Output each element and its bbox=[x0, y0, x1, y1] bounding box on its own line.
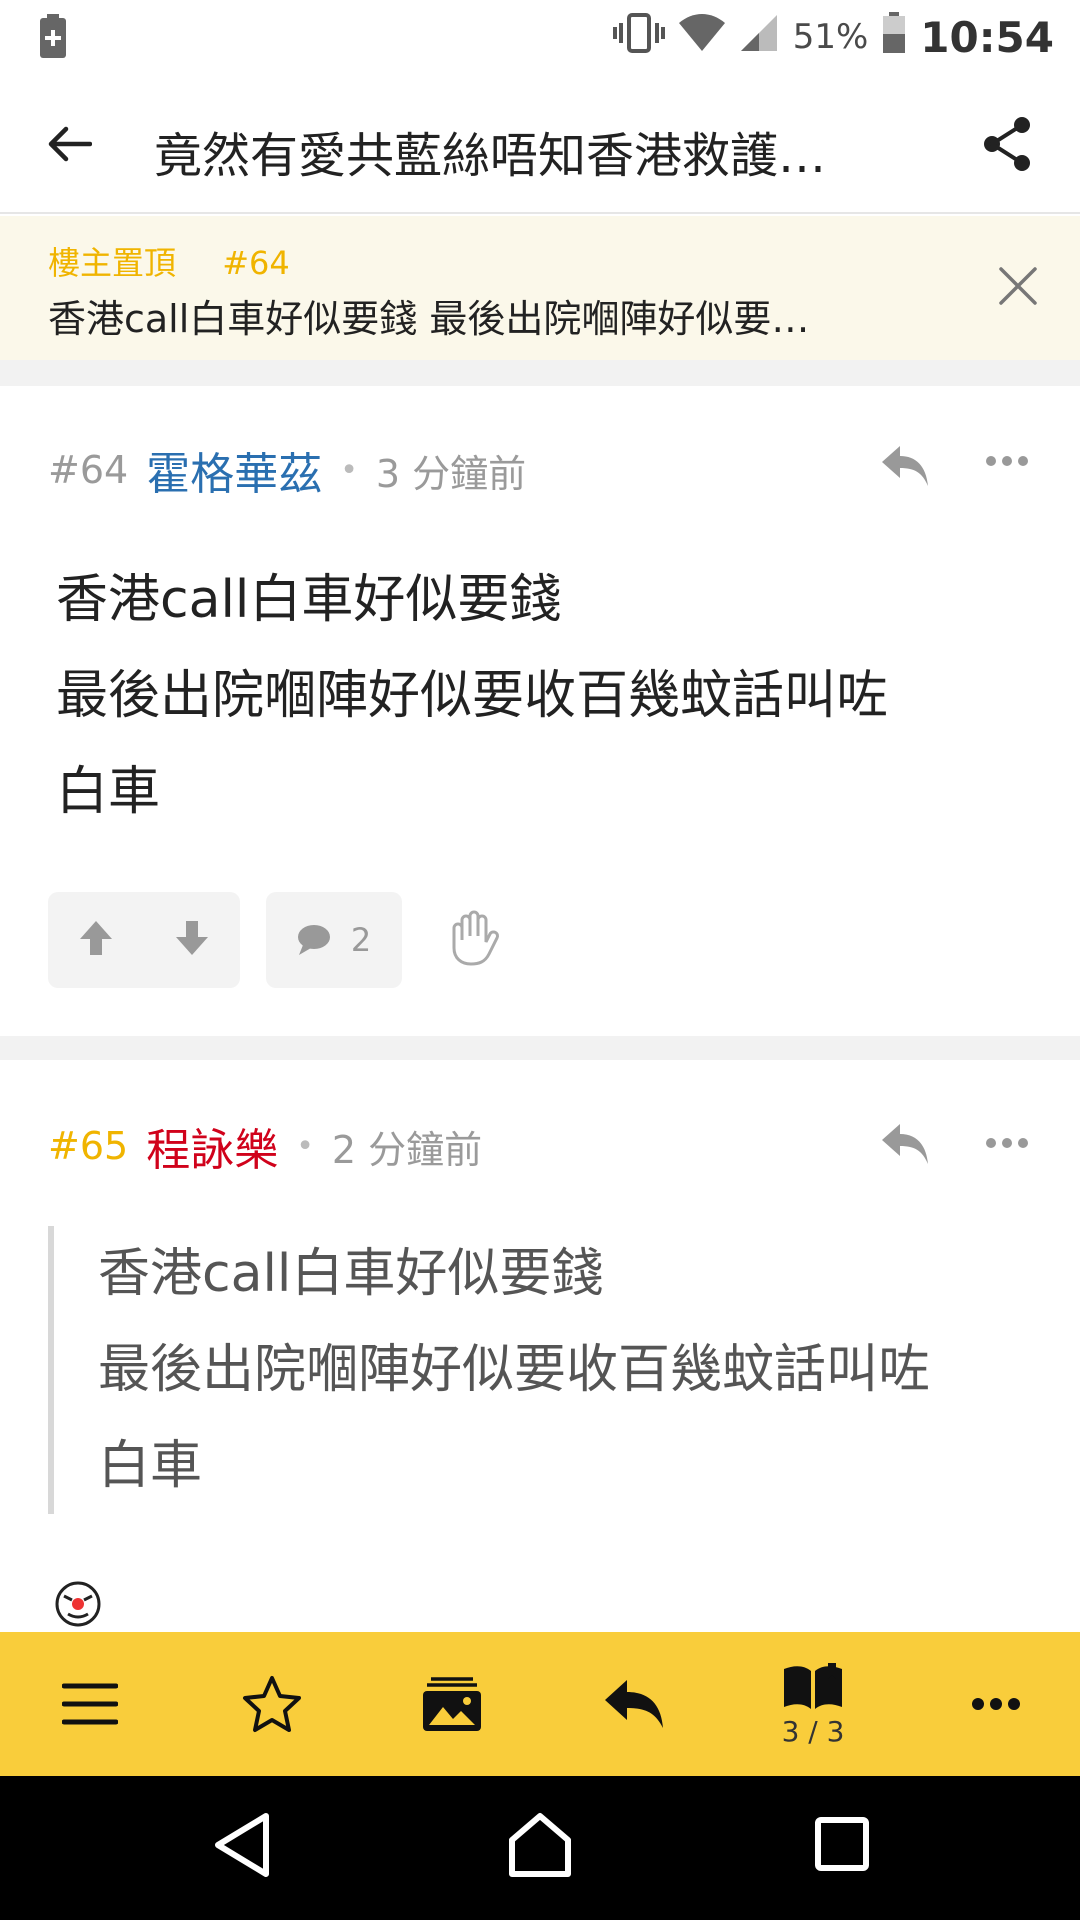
post-more-button[interactable] bbox=[986, 1134, 1028, 1153]
quote-line: 白車 bbox=[98, 1436, 203, 1496]
reply-icon bbox=[605, 1680, 663, 1728]
quote-line: 最後出院嗰陣好似要收百幾蚊話叫咗 bbox=[98, 1340, 931, 1400]
post-actions: 2 bbox=[48, 892, 508, 988]
page-indicator: 3 / 3 bbox=[781, 1714, 845, 1748]
comment-icon bbox=[297, 925, 330, 955]
reply-post-button[interactable] bbox=[602, 1632, 666, 1776]
nav-recents-icon bbox=[815, 1817, 869, 1871]
pinned-post-number: #64 bbox=[222, 244, 290, 282]
post-time: 3 分鐘前 bbox=[375, 451, 527, 496]
reply-icon bbox=[882, 446, 928, 486]
post-more-button[interactable] bbox=[986, 452, 1028, 471]
battery-saver-icon bbox=[38, 14, 68, 64]
page-selector-button[interactable]: 3 / 3 bbox=[778, 1632, 848, 1776]
divider bbox=[0, 360, 1080, 386]
downvote-button[interactable] bbox=[174, 919, 210, 961]
battery-percent: 51% bbox=[792, 17, 869, 57]
menu-icon bbox=[62, 1683, 118, 1725]
post-header: #65 程詠樂 • 2 分鐘前 bbox=[48, 1116, 482, 1176]
post-line: 白車 bbox=[56, 762, 161, 822]
pinned-post-text: 香港call白車好似要錢 最後出院嗰陣好似要… bbox=[48, 297, 810, 341]
quote-line: 香港call白車好似要錢 bbox=[98, 1244, 604, 1304]
pinned-post-banner[interactable]: 樓主置頂 #64 香港call白車好似要錢 最後出院嗰陣好似要… bbox=[0, 216, 1080, 360]
divider bbox=[0, 1036, 1080, 1060]
reply-icon bbox=[882, 1124, 928, 1164]
post-line: 香港call白車好似要錢 bbox=[56, 570, 562, 630]
quoted-text: 香港call白車好似要錢 最後出院嗰陣好似要收百幾蚊話叫咗 白車 bbox=[48, 1226, 930, 1514]
post-author[interactable]: 程詠樂 bbox=[146, 1114, 278, 1178]
post-header: #64 霍格華茲 • 3 分鐘前 bbox=[48, 440, 526, 500]
comment-count: 2 bbox=[350, 921, 372, 959]
more-icon bbox=[986, 1138, 1028, 1148]
post-time: 2 分鐘前 bbox=[331, 1127, 483, 1172]
more-icon bbox=[986, 456, 1028, 466]
share-button[interactable] bbox=[982, 116, 1042, 176]
status-bar: 51% 10:54 bbox=[0, 0, 1080, 74]
system-nav-bar bbox=[0, 1776, 1080, 1920]
comment-button[interactable]: 2 bbox=[266, 892, 402, 988]
pinned-close-button[interactable] bbox=[998, 266, 1042, 310]
nav-back-button[interactable] bbox=[212, 1810, 272, 1884]
screen: 51% 10:54 竟然有愛共藍絲唔知香港救護… 樓主置頂 #64 香港call… bbox=[0, 0, 1080, 1920]
reply-button[interactable] bbox=[880, 444, 930, 492]
post-64: #64 霍格華茲 • 3 分鐘前 香港call白車好似要錢 最後出院嗰陣好似要收… bbox=[0, 386, 1080, 1036]
vibrate-icon bbox=[612, 12, 665, 62]
back-button[interactable] bbox=[40, 114, 100, 174]
post-author[interactable]: 霍格華茲 bbox=[146, 438, 322, 502]
post-body: 香港call白車好似要錢 最後出院嗰陣好似要收百幾蚊話叫咗 白車 bbox=[56, 552, 888, 840]
nav-back-icon bbox=[215, 1813, 269, 1877]
signal-icon bbox=[739, 13, 779, 62]
page-title: 竟然有愛共藍絲唔知香港救護… bbox=[154, 128, 827, 184]
emoji-sticker bbox=[54, 1580, 102, 1632]
vote-box bbox=[48, 892, 240, 988]
image-mode-button[interactable] bbox=[420, 1632, 484, 1776]
star-icon bbox=[243, 1676, 301, 1732]
pinned-label-text: 樓主置頂 bbox=[48, 244, 177, 282]
menu-button[interactable] bbox=[60, 1632, 120, 1776]
favorite-button[interactable] bbox=[242, 1632, 302, 1776]
bottom-toolbar: 3 / 3 bbox=[0, 1632, 1080, 1776]
battery-icon bbox=[882, 11, 906, 63]
post-number: #65 bbox=[48, 1124, 129, 1168]
more-icon bbox=[972, 1698, 1020, 1710]
arrow-down-icon bbox=[176, 921, 208, 955]
post-65: #65 程詠樂 • 2 分鐘前 香港call白車好似要錢 最後出院嗰陣好似要收百… bbox=[0, 1060, 1080, 1632]
status-right: 51% 10:54 bbox=[612, 0, 1054, 74]
image-icon bbox=[423, 1677, 481, 1731]
nav-recents-button[interactable] bbox=[814, 1816, 870, 1876]
clock: 10:54 bbox=[920, 12, 1054, 62]
separator-dot: • bbox=[340, 452, 358, 488]
wifi-icon bbox=[678, 13, 725, 62]
upvote-button[interactable] bbox=[78, 919, 114, 961]
face-emoji-icon bbox=[55, 1581, 101, 1627]
arrow-up-icon bbox=[80, 921, 112, 955]
separator-dot: • bbox=[296, 1128, 314, 1164]
book-icon bbox=[784, 1662, 842, 1709]
hand-icon bbox=[452, 910, 499, 966]
nav-home-button[interactable] bbox=[506, 1810, 574, 1884]
post-line: 最後出院嗰陣好似要收百幾蚊話叫咗 bbox=[56, 666, 889, 726]
nav-home-icon bbox=[509, 1813, 571, 1877]
toolbar-more-button[interactable] bbox=[966, 1632, 1026, 1776]
app-bar: 竟然有愛共藍絲唔知香港救護… bbox=[0, 74, 1080, 214]
pinned-label: 樓主置頂 #64 bbox=[48, 238, 326, 284]
close-icon bbox=[999, 267, 1037, 305]
reply-button[interactable] bbox=[880, 1122, 930, 1170]
post-number: #64 bbox=[48, 448, 129, 492]
block-button[interactable] bbox=[448, 910, 508, 970]
arrow-left-icon bbox=[48, 126, 92, 162]
share-icon bbox=[984, 117, 1030, 171]
